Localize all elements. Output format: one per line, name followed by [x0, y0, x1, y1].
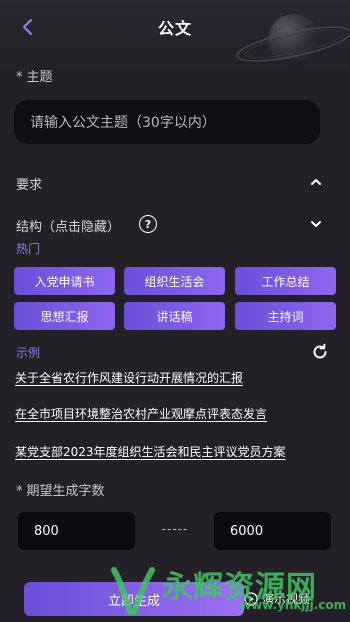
structure-label: 结构（点击隐藏）	[16, 220, 121, 235]
play-icon	[244, 591, 258, 606]
min-word-count-input[interactable]: 800	[18, 512, 135, 550]
chevron-down-icon[interactable]	[309, 217, 323, 231]
tag-item[interactable]: 入党申请书	[14, 267, 115, 295]
tag-item[interactable]: 组织生活会	[124, 267, 225, 295]
chevron-up-icon[interactable]	[309, 175, 323, 189]
subject-input[interactable]: 请输入公文主题（30字以内）	[14, 100, 320, 144]
range-separator: -----	[161, 522, 189, 536]
word-count-label: 期望生成字数	[26, 484, 105, 499]
page-title: 公文	[157, 19, 192, 38]
required-mark: *	[16, 484, 23, 499]
refresh-icon[interactable]	[311, 343, 329, 361]
tag-item[interactable]: 讲话稿	[124, 302, 225, 330]
generate-button[interactable]: 立即生成	[24, 582, 244, 616]
example-link[interactable]: 关于全省农行作风建设行动开展情况的汇报	[15, 369, 243, 386]
example-link[interactable]: 在全市项目环境整治农村产业观摩点评表态发言	[15, 405, 267, 422]
subject-label: 主题	[26, 70, 53, 85]
help-icon[interactable]: ?	[139, 215, 157, 233]
requirements-label: 要求	[16, 178, 43, 193]
tag-item[interactable]: 主持词	[235, 302, 336, 330]
demo-video-button[interactable]: 演示视频	[244, 590, 310, 607]
hot-label: 热门	[16, 242, 41, 256]
planet-decoration-icon	[236, 14, 350, 66]
generate-button-label: 立即生成	[107, 593, 160, 609]
demo-video-label: 演示视频	[262, 592, 311, 606]
tag-item[interactable]: 工作总结	[235, 267, 336, 295]
subject-label-row: * 主题	[16, 66, 53, 85]
help-icon-glyph: ?	[144, 217, 152, 231]
example-link[interactable]: 某党支部2023年度组织生活会和民主评议党员方案	[15, 443, 286, 460]
tag-item[interactable]: 思想汇报	[14, 302, 115, 330]
word-count-label-row: * 期望生成字数	[16, 480, 105, 499]
subject-placeholder: 请输入公文主题（30字以内）	[30, 115, 216, 131]
max-word-count-input[interactable]: 6000	[214, 512, 331, 550]
required-mark: *	[16, 70, 23, 85]
examples-label: 示例	[16, 346, 41, 360]
